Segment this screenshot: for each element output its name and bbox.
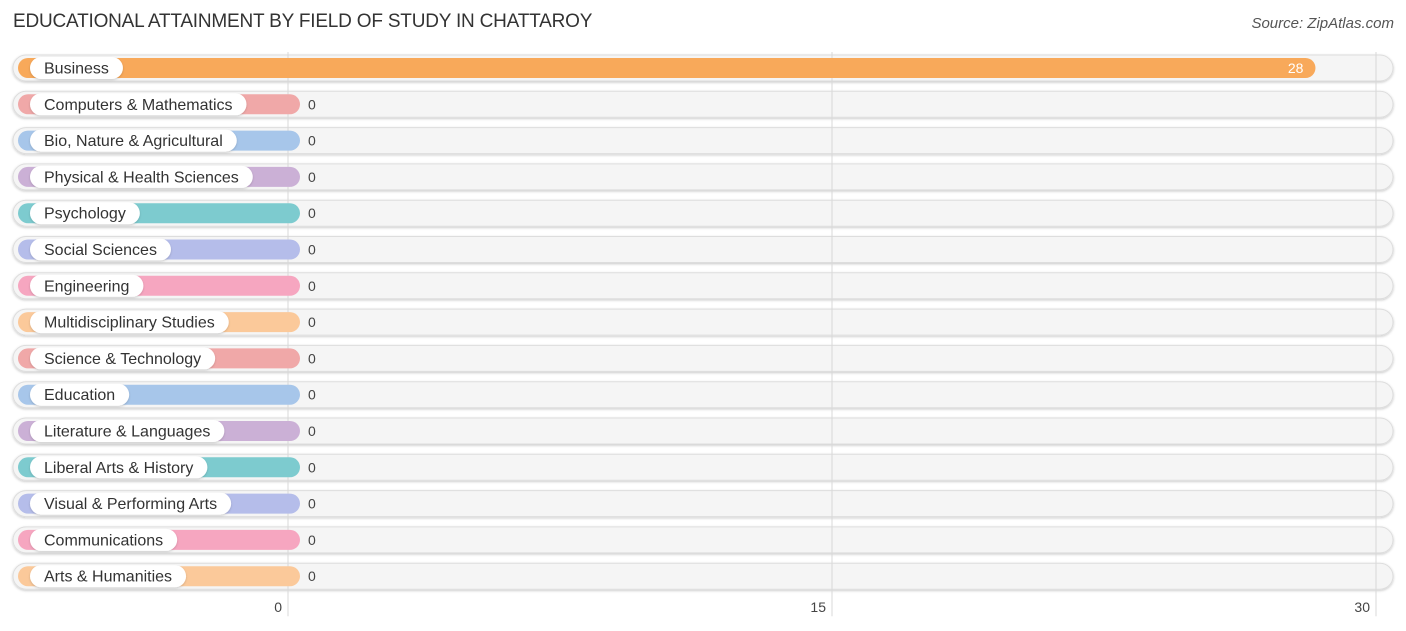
category-label: Social Sciences xyxy=(44,242,157,259)
category-label: Visual & Performing Arts xyxy=(44,496,217,513)
category-label: Multidisciplinary Studies xyxy=(44,315,215,332)
category-label: Physical & Health Sciences xyxy=(44,169,239,186)
value-label: 0 xyxy=(308,496,316,512)
bar-row: Engineering 0 xyxy=(18,274,316,297)
bar-row: Education 0 xyxy=(18,383,316,406)
value-label: 0 xyxy=(308,314,316,330)
value-label: 0 xyxy=(308,350,316,366)
tick-label: 30 xyxy=(1354,599,1370,615)
category-label: Science & Technology xyxy=(44,351,201,368)
value-label: 0 xyxy=(308,242,316,258)
value-label: 0 xyxy=(308,387,316,403)
bar-row: Multidisciplinary Studies 0 xyxy=(18,311,316,334)
value-label: 0 xyxy=(308,568,316,584)
value-label: 0 xyxy=(308,133,316,149)
bar-row: Psychology 0 xyxy=(18,202,316,225)
bar xyxy=(18,58,1316,78)
value-label: 0 xyxy=(308,423,316,439)
category-label: Computers & Mathematics xyxy=(44,97,233,114)
category-label: Arts & Humanities xyxy=(44,569,172,586)
category-label: Literature & Languages xyxy=(44,424,210,441)
x-axis-ticks: 0 15 30 xyxy=(274,599,1370,615)
value-label: 0 xyxy=(308,96,316,112)
bar-row: Communications 0 xyxy=(18,528,316,551)
tick-label: 0 xyxy=(274,599,282,615)
value-label: 0 xyxy=(308,278,316,294)
category-label: Engineering xyxy=(44,278,129,295)
bar-row: Visual & Performing Arts 0 xyxy=(18,492,316,515)
category-label: Bio, Nature & Agricultural xyxy=(44,133,223,150)
category-label: Liberal Arts & History xyxy=(44,460,193,477)
bar-row: Business 28 xyxy=(18,57,1316,79)
bar-row: Literature & Languages 0 xyxy=(18,420,316,442)
category-label: Education xyxy=(44,387,115,404)
bar-row: Social Sciences 0 xyxy=(18,238,316,261)
bar-chart: Business 28Computers & Mathematics 0Bio, N… xyxy=(12,52,1394,617)
value-label: 0 xyxy=(308,169,316,185)
bar-row: Computers & Mathematics 0 xyxy=(18,93,316,116)
value-label: 0 xyxy=(308,532,316,548)
value-label: 0 xyxy=(308,459,316,475)
category-label: Psychology xyxy=(44,206,126,223)
category-label: Communications xyxy=(44,532,163,549)
bar-row: Science & Technology 0 xyxy=(18,347,316,370)
bar-row: Liberal Arts & History 0 xyxy=(18,456,316,479)
bar-row: Physical & Health Sciences 0 xyxy=(18,165,316,188)
tick-label: 15 xyxy=(810,599,826,615)
bar-row: Bio, Nature & Agricultural 0 xyxy=(18,129,316,152)
value-label: 0 xyxy=(308,205,316,221)
bar-row: Arts & Humanities 0 xyxy=(18,565,316,588)
category-label: Business xyxy=(44,61,109,78)
value-label: 28 xyxy=(1288,60,1304,76)
